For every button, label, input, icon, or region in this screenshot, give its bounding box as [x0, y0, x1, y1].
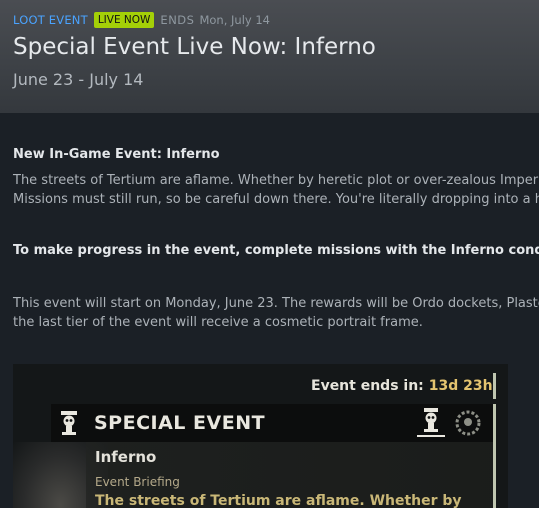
event-ends-timer: Event ends in: 13d 23h [311, 373, 493, 399]
skull-emblem-icon [416, 406, 446, 442]
event-banner-image: Event ends in: 13d 23h SPECIAL EVENT Inf… [13, 364, 508, 508]
briefing-label: Event Briefing [95, 475, 180, 489]
ends-in-label: Event ends in: [311, 378, 424, 394]
event-name: Inferno [95, 448, 157, 466]
briefing-text: The streets of Tertium are aflame. Wheth… [95, 493, 462, 508]
wreath-icon [454, 409, 482, 441]
body-paragraph-1-line-1: The streets of Tertium are aflame. Wheth… [13, 173, 539, 188]
skull-emblem-icon [59, 409, 79, 441]
body-paragraph-2-line-1: This event will start on Monday, June 23… [13, 296, 539, 311]
special-event-title: SPECIAL EVENT [94, 412, 266, 434]
progress-note: To make progress in the event, complete … [13, 243, 539, 258]
timer-accent-bar [493, 373, 496, 399]
body-paragraph-2-line-2: the last tier of the event will receive … [13, 315, 423, 330]
event-type-label[interactable]: LOOT EVENT [13, 13, 88, 27]
ends-in-value: 13d 23h [428, 378, 493, 394]
briefing-accent-bar [493, 442, 496, 508]
event-title: Special Event Live Now: Inferno [13, 34, 376, 60]
event-meta-row: LOOT EVENT LIVE NOW ENDS Mon, July 14 [13, 12, 270, 28]
ends-label: ENDS [160, 13, 195, 27]
live-now-badge: LIVE NOW [93, 12, 155, 28]
ends-date: Mon, July 14 [199, 13, 270, 27]
special-event-bar: SPECIAL EVENT [51, 404, 493, 442]
body-paragraph-1-line-2: Missions must still run, so be careful d… [13, 192, 539, 207]
body-heading: New In-Game Event: Inferno [13, 147, 220, 162]
event-header: LOOT EVENT LIVE NOW ENDS Mon, July 14 Sp… [0, 0, 539, 113]
special-accent-bar [493, 404, 496, 442]
event-body: New In-Game Event: Inferno The streets o… [0, 113, 539, 508]
event-dates: June 23 - July 14 [13, 70, 144, 89]
